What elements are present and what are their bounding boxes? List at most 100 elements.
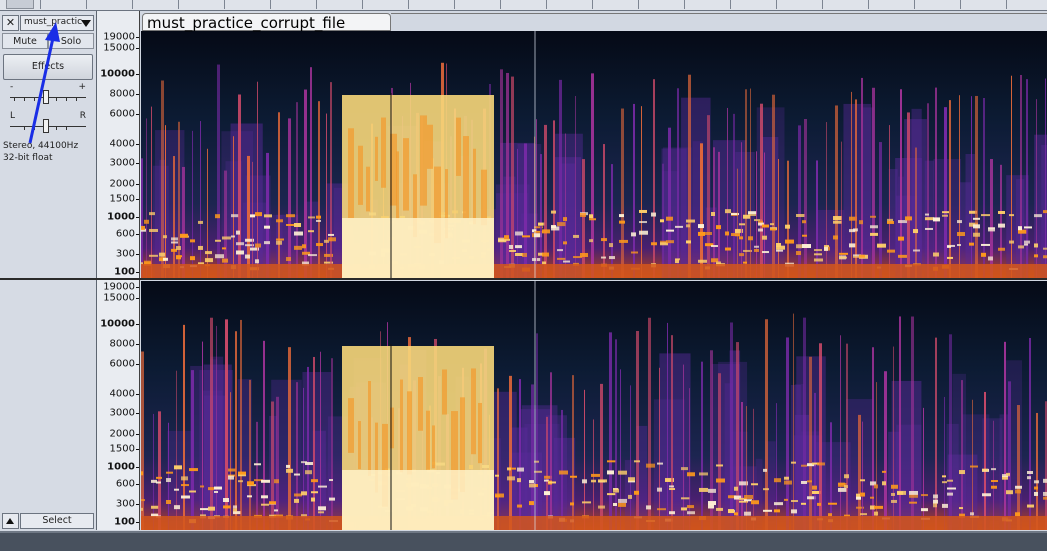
spectrogram-channel-1[interactable] [141, 31, 1047, 278]
timeline-ruler[interactable] [0, 0, 1047, 11]
pan-left-label: L [10, 111, 15, 121]
mute-button[interactable]: Mute [2, 33, 48, 49]
formant-mark [686, 224, 690, 227]
gain-slider-thumb[interactable] [43, 90, 49, 104]
harmonic-column [310, 67, 312, 278]
formant-mark [628, 477, 635, 481]
formant-mark [853, 228, 858, 231]
ruler-tick [178, 0, 179, 9]
harmonic-column [1017, 405, 1020, 530]
harmonic-column [1011, 76, 1012, 278]
spectrogram-canvas-left[interactable] [141, 31, 1047, 278]
harmonic-column [247, 156, 250, 278]
formant-mark [925, 217, 934, 220]
formant-mark [833, 221, 842, 224]
track-bottom-controls: Select [2, 513, 94, 528]
formant-mark [316, 216, 321, 219]
harmonic-column [591, 73, 594, 278]
formant-mark [563, 261, 570, 263]
frequency-tick-label: 3000 [110, 408, 135, 419]
effects-button[interactable]: Effects [3, 54, 93, 80]
formant-mark [859, 220, 863, 224]
harmonic-column [944, 397, 945, 530]
select-track-button[interactable]: Select [20, 513, 94, 529]
formant-mark [613, 503, 617, 506]
frequency-tick-label: 600 [116, 229, 135, 240]
harmonic-column [923, 408, 924, 530]
harmonic-column [550, 372, 552, 530]
harmonic-column [506, 73, 509, 278]
harmonic-column [540, 154, 542, 278]
spectrogram-canvas-right[interactable] [141, 281, 1047, 530]
formant-mark [598, 506, 605, 509]
gain-slider[interactable]: - + [10, 90, 86, 104]
formant-mark [264, 214, 272, 217]
formant-mark [660, 219, 664, 222]
harmonic-column [296, 102, 298, 278]
formant-mark [796, 214, 805, 217]
collapse-up-icon[interactable] [2, 513, 19, 529]
frequency-tick-mark [136, 522, 139, 523]
formant-mark [735, 234, 740, 236]
formant-mark [705, 232, 712, 235]
formant-mark [909, 495, 918, 498]
harmonic-column [313, 357, 315, 530]
track-menu-button[interactable]: must_practic [20, 15, 94, 31]
formant-mark [181, 476, 188, 480]
pan-slider-thumb[interactable] [43, 119, 49, 133]
formant-mark [504, 235, 509, 239]
formant-mark [657, 488, 662, 492]
harmonic-column [183, 325, 185, 530]
harmonic-column [872, 347, 874, 530]
formant-mark [247, 481, 254, 485]
close-track-button[interactable]: ✕ [2, 15, 19, 31]
harmonic-column [1029, 338, 1031, 530]
bottom-status-bar [0, 531, 1047, 551]
selection-formant [348, 398, 354, 453]
formant-mark [254, 463, 261, 465]
formant-mark [646, 505, 651, 509]
track-name-label: must_practic [24, 17, 82, 27]
harmonic-column [153, 414, 154, 530]
formant-mark [316, 220, 321, 222]
formant-mark [748, 236, 753, 240]
formant-mark [557, 258, 566, 260]
formant-mark [870, 216, 876, 218]
formant-mark [708, 504, 714, 508]
formant-mark [189, 468, 198, 471]
formant-mark [294, 493, 302, 496]
formant-mark [970, 512, 974, 515]
formant-mark [573, 235, 579, 238]
formant-mark [776, 243, 781, 247]
formant-mark [1034, 243, 1038, 247]
formant-mark [666, 217, 673, 221]
formant-mark [495, 475, 499, 477]
formant-mark [833, 235, 838, 239]
harmonic-column [1036, 99, 1037, 278]
spectrogram-channel-2[interactable] [141, 281, 1047, 530]
formant-mark [495, 493, 504, 497]
ruler-tick [638, 0, 639, 9]
selection-formant [358, 421, 361, 469]
formant-mark [301, 491, 307, 495]
formant-mark [1034, 214, 1042, 217]
formant-mark [770, 223, 774, 225]
ruler-grip[interactable] [6, 0, 34, 9]
harmonic-column [900, 89, 902, 278]
harmonic-column [296, 382, 298, 530]
solo-button[interactable]: Solo [48, 33, 94, 49]
formant-mark [874, 512, 878, 516]
frequency-tick-mark [136, 484, 139, 485]
pan-slider[interactable]: L R [10, 119, 86, 133]
harmonic-column [249, 380, 251, 530]
formant-mark [582, 501, 591, 503]
harmonic-column [307, 367, 309, 530]
formant-mark [156, 477, 162, 479]
formant-mark [141, 471, 143, 475]
formant-mark [1024, 226, 1032, 228]
harmonic-column [993, 421, 994, 530]
frequency-scale[interactable]: 1900015000100008000600040003000200015001… [97, 11, 140, 530]
formant-mark [716, 478, 725, 482]
track-title-tab[interactable]: must_practice_corrupt_file [142, 13, 391, 31]
formant-mark [933, 503, 937, 507]
